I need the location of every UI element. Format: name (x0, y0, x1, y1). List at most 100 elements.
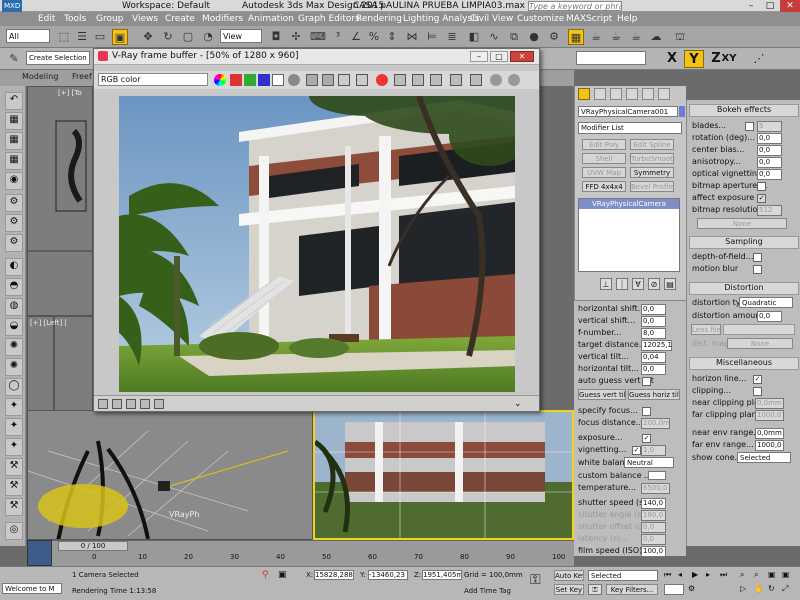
tool-icon-8[interactable]: ⚙ (5, 234, 23, 252)
snap-toggle-icon[interactable]: ³ (330, 29, 346, 45)
vfb-save-icon[interactable] (306, 74, 318, 86)
modifier-button-ffd[interactable]: FFD 4x4x4 (582, 181, 626, 192)
far-clipping-plane-value[interactable]: 1000,0 (755, 410, 784, 421)
menu-modifiers[interactable]: Modifiers (202, 12, 243, 26)
param-target-distance-value[interactable]: 12025,1 (641, 340, 672, 351)
vfb-region-icon[interactable] (394, 74, 406, 86)
exposure-checkbox[interactable]: ✓ (642, 434, 651, 443)
viewport-left-label[interactable]: [+] [Left] [ (30, 319, 67, 327)
param-horizontal-tilt-value[interactable]: 0,0 (641, 364, 666, 375)
close-icon[interactable]: ✕ (780, 0, 800, 12)
tool-icon-22[interactable]: ◎ (5, 522, 23, 540)
display-tab-icon[interactable] (642, 88, 654, 100)
vfb-maximize-icon[interactable]: □ (490, 51, 508, 62)
workspace-selector[interactable]: Workspace: Default (122, 0, 210, 12)
percent-snap-icon[interactable]: % (366, 29, 382, 45)
z-coord-field[interactable]: 1951,405m (422, 570, 462, 580)
motion-blur-checkbox[interactable] (753, 265, 762, 274)
menu-create[interactable]: Create (165, 12, 195, 26)
bokeh-bitmap-aperture-checkbox[interactable] (757, 182, 766, 191)
object-name-field[interactable]: VRayPhysicalCamera001 (578, 106, 678, 117)
hierarchy-tab-icon[interactable] (610, 88, 622, 100)
bokeh-anisotropy-value[interactable]: 0,0 (757, 157, 782, 168)
tool-icon-4[interactable]: ▦ (5, 152, 23, 170)
modifier-button-turbosmooth[interactable]: TurboSmooth (630, 153, 674, 164)
param-vertical-shift-value[interactable]: 0,0 (641, 316, 666, 327)
create-tab-icon[interactable] (578, 88, 590, 100)
tool-icon-2[interactable]: ▦ (5, 112, 23, 130)
zoom-all-icon[interactable]: ⌕ (754, 570, 766, 580)
curve-editor-icon[interactable]: ∿ (486, 29, 502, 45)
auto-key-button[interactable]: Auto Key (554, 570, 584, 581)
vfb-blue-channel-icon[interactable] (258, 74, 270, 86)
miscellaneous-header[interactable]: Miscellaneous (689, 357, 799, 370)
show-cone-dropdown[interactable]: Selected (737, 452, 791, 463)
set-key-button[interactable]: Set Key (554, 584, 584, 595)
menu-rendering[interactable]: Rendering (356, 12, 402, 26)
custom-balance-swatch[interactable] (648, 471, 666, 480)
add-time-tag[interactable]: Add Time Tag (464, 587, 511, 595)
lens-file-button[interactable]: Lens file (691, 324, 721, 335)
sampling-header[interactable]: Sampling (689, 236, 799, 249)
default-key-icon[interactable]: ⚿ (588, 584, 602, 595)
window-crossing-icon[interactable]: ▣ (112, 29, 128, 45)
fov-icon[interactable]: ▷ (740, 584, 752, 594)
modifier-button-shell[interactable]: Shell (582, 153, 626, 164)
material-editor-icon[interactable]: ● (526, 29, 542, 45)
bokeh-effects-header[interactable]: Bokeh effects (689, 104, 799, 117)
bokeh-rotation-value[interactable]: 0,0 (757, 133, 782, 144)
place-icon[interactable]: ◔ (200, 29, 216, 45)
tool-icon-20[interactable]: ⚒ (5, 478, 23, 496)
isolate-icon[interactable]: ▣ (278, 570, 288, 580)
vfb-clear-icon[interactable] (338, 74, 350, 86)
modifier-button-edit-poly[interactable]: Edit Poly (582, 139, 626, 150)
tool-icon-18[interactable]: ✦ (5, 438, 23, 456)
bokeh-none-button[interactable]: None (697, 218, 787, 229)
time-config-icon[interactable]: ⚙ (688, 584, 700, 594)
bokeh-optical-vignetting-value[interactable]: 0,0 (757, 169, 782, 180)
near-env-range-value[interactable]: 0,0mm (755, 428, 784, 439)
maxscript-listener-field[interactable]: Welcome to M (2, 583, 62, 594)
tool-icon-12[interactable]: ◒ (5, 318, 23, 336)
bokeh-bitmap-resolution-value[interactable]: 512 (757, 205, 782, 216)
modifier-list-dropdown[interactable]: Modifier List (578, 122, 682, 134)
modifier-button-edit-spline[interactable]: Edit Spline (630, 139, 674, 150)
specify-focus-checkbox[interactable] (642, 407, 651, 416)
vfb-save-all-icon[interactable] (322, 74, 334, 86)
previous-frame-icon[interactable]: ◂ (678, 570, 690, 580)
vfb-lens-icon[interactable] (470, 74, 482, 86)
lens-file-field[interactable] (723, 324, 795, 335)
menu-help[interactable]: Help (617, 12, 638, 26)
near-clipping-plane-value[interactable]: 0,0mm (755, 398, 784, 409)
viewport-top[interactable]: [+] [To (27, 86, 93, 316)
depth-of-field-checkbox[interactable] (753, 253, 762, 262)
menu-lighting-analysis[interactable]: Lighting Analysis (403, 12, 479, 26)
modifier-button-uvw-map[interactable]: UVW Map (582, 167, 626, 178)
motion-tab-icon[interactable] (626, 88, 638, 100)
vfb-bottom-icon-3[interactable] (126, 399, 136, 409)
render-a360-icon[interactable]: ☁ (648, 29, 664, 45)
vfb-bottom-icon-5[interactable] (154, 399, 164, 409)
remove-modifier-icon[interactable]: ⊘ (648, 278, 660, 290)
tool-icon-6[interactable]: ⚙ (5, 194, 23, 212)
render-iterative-icon[interactable]: ☕ (608, 29, 624, 45)
param-fnumber-value[interactable]: 8,0 (641, 328, 666, 339)
film-speed-value[interactable]: 100,0 (641, 546, 666, 557)
vfb-duplicate-icon[interactable] (356, 74, 368, 86)
edit-named-sel-icon[interactable]: ✎ (6, 51, 22, 67)
modifier-stack-item[interactable]: VRayPhysicalCamera (579, 199, 679, 209)
vfb-red-channel-icon[interactable] (230, 74, 242, 86)
vray-frame-buffer-window[interactable]: V-Ray frame buffer - [50% of 1280 x 960]… (93, 48, 540, 412)
keyboard-shortcut-icon[interactable]: ⌨ (310, 29, 326, 45)
angle-snap-icon[interactable]: ∠ (348, 29, 364, 45)
bokeh-blades-checkbox[interactable] (745, 122, 754, 131)
vfb-bottom-icon-4[interactable] (140, 399, 150, 409)
tool-icon-1[interactable]: ↶ (5, 92, 23, 110)
vfb-green-channel-icon[interactable] (244, 74, 256, 86)
rotate-icon[interactable]: ↻ (160, 29, 176, 45)
graphite-icon[interactable]: ◧ (466, 29, 482, 45)
y-coord-field[interactable]: -13460,23 (368, 570, 408, 580)
vfb-mono-icon[interactable] (288, 74, 300, 86)
rendered-frame-icon[interactable]: ▦ (568, 29, 584, 45)
render-activeshade-icon[interactable]: ☕ (628, 29, 644, 45)
